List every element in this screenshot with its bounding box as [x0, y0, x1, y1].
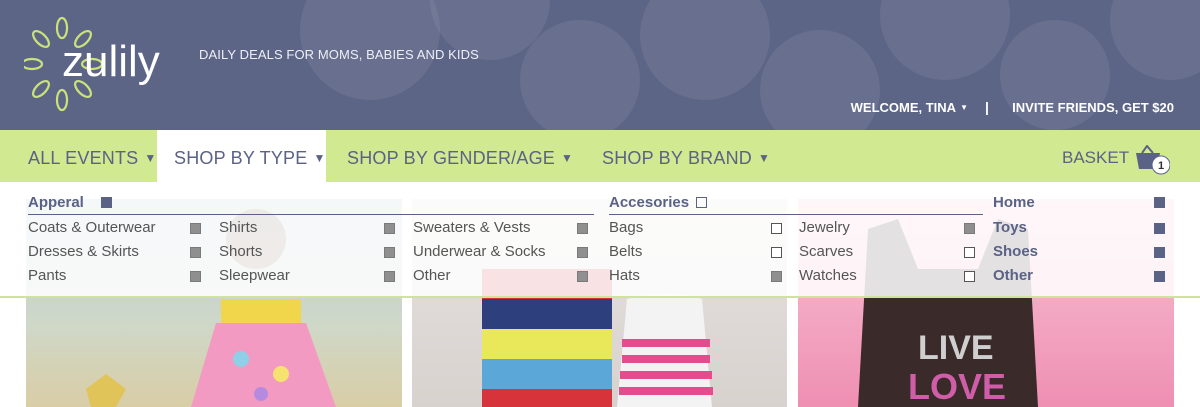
menu-item-toys[interactable]: Toys: [993, 219, 1027, 236]
tee-print-love: LOVE: [908, 366, 1006, 407]
caret-down-icon: ▼: [313, 151, 326, 165]
checkbox[interactable]: [964, 223, 975, 234]
menu-item-watches[interactable]: Watches: [799, 267, 857, 284]
main-nav: ALL EVENTS ▼ SHOP BY TYPE ▼ SHOP BY GENDER…: [0, 130, 1200, 182]
nav-label: SHOP BY GENDER/AGE: [347, 148, 555, 168]
caret-down-icon: ▼: [561, 151, 574, 165]
checkbox[interactable]: [190, 271, 201, 282]
site-header: zulily DAILY DEALS FOR MOMS, BABIES AND …: [0, 0, 1200, 130]
basket-icon[interactable]: 1: [1134, 145, 1170, 179]
decor-circle: [760, 30, 880, 130]
menu-item-home[interactable]: Home: [993, 194, 1035, 211]
checkbox-accessories[interactable]: [696, 197, 707, 208]
checkbox[interactable]: [771, 271, 782, 282]
nav-shop-by-type[interactable]: SHOP BY TYPE ▼: [157, 130, 326, 182]
checkbox[interactable]: [1154, 197, 1165, 208]
checkbox[interactable]: [384, 271, 395, 282]
welcome-label: WELCOME, TINA: [850, 100, 957, 115]
menu-item-jewelry[interactable]: Jewelry: [799, 219, 850, 236]
menu-item-sleepwear[interactable]: Sleepwear: [219, 267, 290, 284]
menu-item-belts[interactable]: Belts: [609, 243, 642, 260]
logo-wordmark: zulily: [62, 37, 160, 86]
checkbox[interactable]: [771, 223, 782, 234]
checkbox[interactable]: [384, 223, 395, 234]
checkbox[interactable]: [1154, 271, 1165, 282]
menu-item-hats[interactable]: Hats: [609, 267, 640, 284]
menu-item-scarves[interactable]: Scarves: [799, 243, 853, 260]
header-separator: |: [985, 99, 989, 115]
divider: [609, 214, 983, 215]
menu-item-underwear-socks[interactable]: Underwear & Socks: [413, 243, 546, 260]
menu-item-shorts[interactable]: Shorts: [219, 243, 262, 260]
checkbox[interactable]: [964, 247, 975, 258]
caret-down-icon: ▼: [960, 103, 968, 112]
decor-circle: [1110, 0, 1200, 80]
menu-item-sweaters-vests[interactable]: Sweaters & Vests: [413, 219, 531, 236]
menu-item-pants[interactable]: Pants: [28, 267, 66, 284]
nav-shop-by-brand[interactable]: SHOP BY BRAND ▼: [602, 130, 770, 182]
shop-by-type-dropdown: Apperal Coats & Outerwear Dresses & Skir…: [0, 182, 1200, 298]
category-heading-accessories[interactable]: Accesories: [609, 194, 689, 211]
checkbox-apparel[interactable]: [101, 197, 112, 208]
basket-count: 1: [1158, 160, 1164, 172]
checkbox[interactable]: [577, 247, 588, 258]
menu-item-dresses-skirts[interactable]: Dresses & Skirts: [28, 243, 139, 260]
menu-item-apparel-other[interactable]: Other: [413, 267, 451, 284]
checkbox[interactable]: [1154, 223, 1165, 234]
tee-print-live: LIVE: [918, 329, 994, 367]
menu-item-bags[interactable]: Bags: [609, 219, 643, 236]
zulily-logo[interactable]: zulily: [24, 14, 194, 114]
menu-item-shoes[interactable]: Shoes: [993, 243, 1038, 260]
basket-link[interactable]: BASKET: [1062, 130, 1129, 182]
menu-item-shirts[interactable]: Shirts: [219, 219, 257, 236]
checkbox[interactable]: [190, 247, 201, 258]
nav-all-events[interactable]: ALL EVENTS ▼: [28, 130, 156, 182]
checkbox[interactable]: [577, 271, 588, 282]
checkbox[interactable]: [384, 247, 395, 258]
divider: [28, 214, 594, 215]
invite-friends-link[interactable]: INVITE FRIENDS, GET $20: [1012, 100, 1174, 115]
nav-label: ALL EVENTS: [28, 148, 139, 168]
nav-label: SHOP BY BRAND: [602, 148, 752, 168]
checkbox[interactable]: [577, 223, 588, 234]
caret-down-icon: ▼: [144, 151, 157, 165]
decor-circle: [520, 20, 640, 130]
tagline: DAILY DEALS FOR MOMS, BABIES AND KIDS: [199, 47, 479, 62]
menu-item-coats-outerwear[interactable]: Coats & Outerwear: [28, 219, 156, 236]
decor-circle: [640, 0, 770, 100]
welcome-menu[interactable]: WELCOME, TINA ▼: [851, 100, 968, 115]
nav-label: SHOP BY TYPE: [174, 148, 308, 168]
checkbox[interactable]: [964, 271, 975, 282]
checkbox[interactable]: [1154, 247, 1165, 258]
menu-item-other[interactable]: Other: [993, 267, 1033, 284]
nav-shop-by-gender-age[interactable]: SHOP BY GENDER/AGE ▼: [347, 130, 573, 182]
checkbox[interactable]: [190, 223, 201, 234]
checkbox[interactable]: [771, 247, 782, 258]
caret-down-icon: ▼: [757, 151, 771, 165]
decor-circle: [880, 0, 1010, 80]
category-heading-apparel[interactable]: Apperal: [28, 194, 84, 211]
